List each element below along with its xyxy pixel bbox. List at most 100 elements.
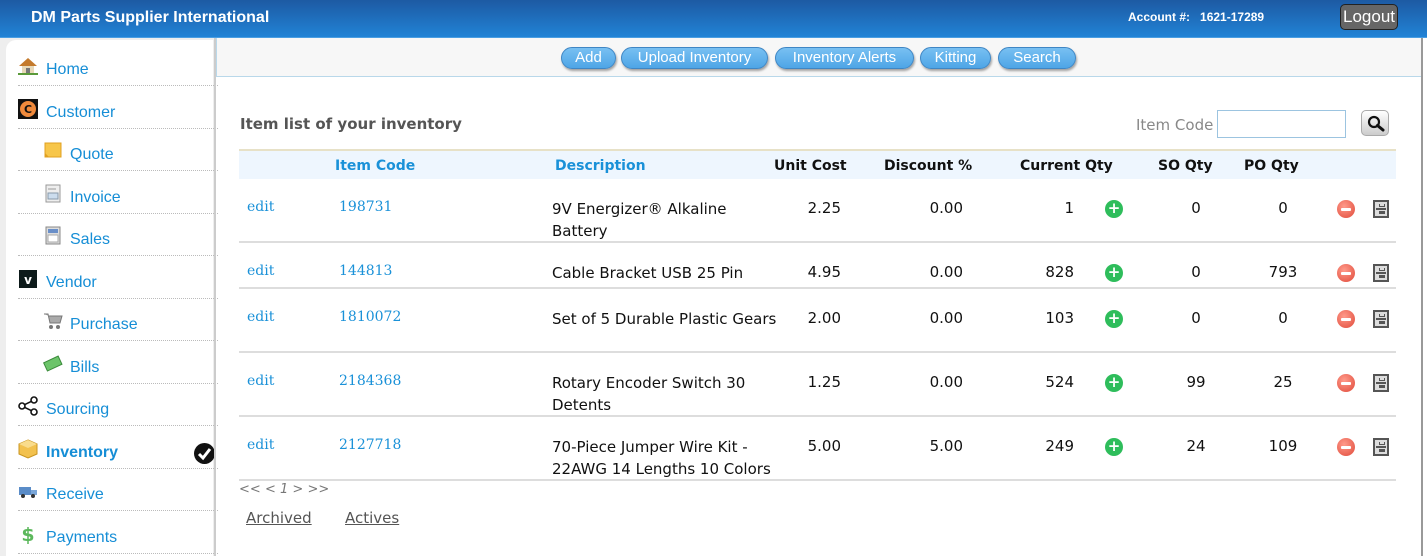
note-icon (43, 141, 63, 161)
sidebar-item-label: Payments (46, 528, 118, 546)
edit-link[interactable]: edit (247, 263, 274, 279)
column-discount: Discount % (884, 158, 973, 174)
sidebar-item-inventory[interactable]: Inventory (18, 427, 218, 469)
item-code-search-button[interactable] (1361, 110, 1389, 136)
unit-cost: 4.95 (807, 263, 841, 281)
so-qty: 0 (1191, 263, 1201, 281)
sidebar-item-vendor[interactable]: v Vendor (18, 257, 218, 299)
vendor-v-icon: v (18, 269, 38, 289)
archived-link[interactable]: Archived (246, 509, 312, 527)
box-icon (18, 438, 38, 459)
unit-cost: 2.25 (807, 199, 841, 217)
svg-text:$: $ (21, 524, 34, 544)
unit-cost: 5.00 (807, 437, 841, 455)
archive-cabinet-icon[interactable] (1373, 374, 1389, 392)
archive-cabinet-icon[interactable] (1373, 310, 1389, 328)
prev-page-link[interactable]: < (265, 482, 276, 497)
account-label: Account #: (1128, 10, 1191, 24)
remove-icon[interactable] (1337, 264, 1355, 282)
item-code-link[interactable]: 1810072 (339, 309, 401, 325)
sidebar-item-purchase[interactable]: Purchase (18, 299, 218, 341)
archive-cabinet-icon[interactable] (1373, 200, 1389, 218)
edit-link[interactable]: edit (247, 437, 274, 453)
sidebar-item-label: Sourcing (46, 401, 110, 418)
column-item-code[interactable]: Item Code (335, 158, 415, 174)
brand-name: DM Parts Supplier International (31, 9, 270, 26)
sidebar-item-sourcing[interactable]: Sourcing (18, 384, 218, 426)
item-description: Rotary Encoder Switch 30 Detents (552, 374, 746, 414)
sidebar-item-home[interactable]: Home (18, 44, 218, 86)
active-check-icon (194, 442, 215, 464)
po-qty: 109 (1268, 437, 1298, 455)
first-page-link[interactable]: << (239, 482, 261, 497)
kitting-button[interactable]: Kitting (920, 47, 991, 69)
account-info: Account #: 1621-17289 (1128, 10, 1264, 24)
sidebar-item-label: Inventory (46, 443, 119, 461)
remove-icon[interactable] (1337, 374, 1355, 392)
next-page-link[interactable]: > (292, 482, 303, 497)
item-code-link[interactable]: 198731 (339, 199, 392, 215)
column-so-qty: SO Qty (1158, 158, 1213, 174)
current-page: 1 (279, 482, 289, 497)
logout-button[interactable]: Logout (1340, 4, 1398, 30)
sidebar-item-quote[interactable]: Quote (18, 129, 218, 171)
last-page-link[interactable]: >> (307, 482, 329, 497)
truck-icon (18, 481, 38, 501)
discount: 0.00 (929, 373, 963, 391)
current-qty: 1 (1064, 199, 1074, 217)
table-row: edit 2127718 70-Piece Jumper Wire Kit - 22… (239, 417, 1396, 481)
page-title: Item list of your inventory (240, 115, 462, 133)
unit-cost: 2.00 (807, 309, 841, 327)
item-code-input[interactable] (1217, 110, 1346, 138)
sidebar-divider (214, 38, 216, 556)
table-header: Item Code Description Unit Cost Discount… (239, 149, 1396, 179)
actives-link[interactable]: Actives (345, 509, 399, 527)
add-qty-icon[interactable]: + (1105, 438, 1123, 456)
column-po-qty: PO Qty (1244, 158, 1299, 174)
add-qty-icon[interactable]: + (1105, 200, 1123, 218)
archive-cabinet-icon[interactable] (1373, 264, 1389, 282)
invoice-sheet-icon (43, 184, 63, 204)
item-description: 70-Piece Jumper Wire Kit - 22AWG 14 Leng… (552, 438, 771, 478)
item-code-link[interactable]: 2184368 (339, 373, 401, 389)
sidebar-item-label: Vendor (46, 273, 97, 291)
sidebar-item-payments[interactable]: $ Payments (18, 512, 218, 554)
add-qty-icon[interactable]: + (1105, 264, 1123, 282)
unit-cost: 1.25 (807, 373, 841, 391)
po-qty: 793 (1268, 263, 1298, 281)
add-button[interactable]: Add (561, 47, 616, 69)
add-qty-icon[interactable]: + (1105, 374, 1123, 392)
so-qty: 99 (1186, 373, 1206, 391)
svg-text:v: v (24, 273, 32, 287)
search-button[interactable]: Search (998, 47, 1076, 69)
remove-icon[interactable] (1337, 438, 1355, 456)
sidebar: Home C Customer Quote Invoice Sales v Vendor Pur… (0, 38, 218, 556)
add-qty-icon[interactable]: + (1105, 310, 1123, 328)
sidebar-item-receive[interactable]: Receive (18, 469, 218, 511)
item-code-link[interactable]: 2127718 (339, 437, 401, 453)
sidebar-item-customer[interactable]: C Customer (18, 87, 218, 129)
edit-link[interactable]: edit (247, 373, 274, 389)
column-current-qty: Current Qty (1020, 158, 1113, 174)
po-qty: 0 (1278, 199, 1288, 217)
dollar-icon: $ (18, 524, 38, 546)
remove-icon[interactable] (1337, 200, 1355, 218)
edit-link[interactable]: edit (247, 309, 274, 325)
remove-icon[interactable] (1337, 310, 1355, 328)
inventory-alerts-button[interactable]: Inventory Alerts (775, 47, 914, 69)
so-qty: 0 (1191, 309, 1201, 327)
column-description[interactable]: Description (555, 158, 646, 174)
money-icon (42, 354, 63, 374)
edit-link[interactable]: edit (247, 199, 274, 215)
table-row: edit 144813 Cable Bracket USB 25 Pin 4.95 0.… (239, 243, 1396, 289)
sidebar-item-invoice[interactable]: Invoice (18, 172, 218, 214)
po-qty: 25 (1273, 373, 1293, 391)
upload-inventory-button[interactable]: Upload Inventory (621, 47, 768, 69)
sidebar-item-bills[interactable]: Bills (18, 342, 218, 384)
item-code-link[interactable]: 144813 (339, 263, 392, 279)
so-qty: 24 (1186, 437, 1206, 455)
archive-cabinet-icon[interactable] (1373, 438, 1389, 456)
item-description: Cable Bracket USB 25 Pin (552, 264, 744, 282)
sidebar-item-sales[interactable]: Sales (18, 214, 218, 256)
top-header-bar: DM Parts Supplier International Account … (0, 0, 1427, 38)
